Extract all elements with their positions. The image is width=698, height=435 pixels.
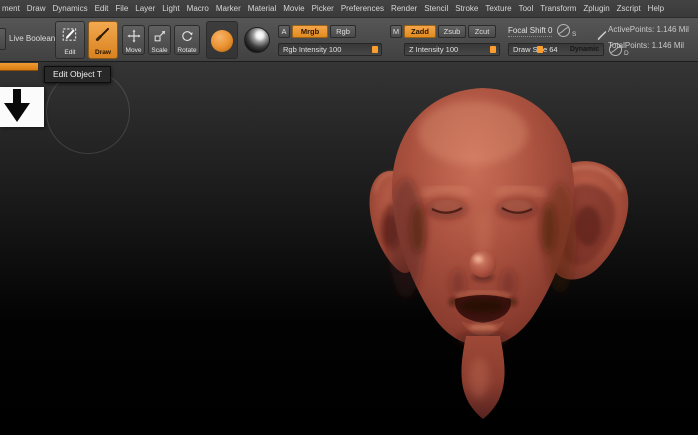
menu-item-file[interactable]: File bbox=[114, 4, 129, 13]
menu-item-zplugin[interactable]: Zplugin bbox=[582, 4, 610, 13]
draw-button-label: Draw bbox=[95, 48, 111, 56]
partial-left-button[interactable] bbox=[0, 28, 6, 50]
chin bbox=[457, 332, 509, 419]
top-shelf-toolbar: Live Boolean Edit Draw Move Scale Rotate… bbox=[0, 18, 698, 62]
menu-item-transform[interactable]: Transform bbox=[539, 4, 577, 13]
draw-size-curve-letter: D bbox=[624, 50, 629, 57]
focal-curve-letter: S bbox=[572, 31, 577, 38]
zadd-label: Zadd bbox=[411, 26, 429, 36]
left-tray-orange-bar[interactable] bbox=[0, 63, 38, 71]
edit-icon bbox=[61, 25, 79, 48]
edit-button[interactable]: Edit bbox=[55, 21, 85, 59]
focal-shift-curve-icon[interactable] bbox=[556, 23, 572, 39]
zadd-button[interactable]: Zadd bbox=[404, 25, 436, 38]
menu-item-draw[interactable]: Draw bbox=[26, 4, 47, 13]
zsub-button[interactable]: Zsub bbox=[438, 25, 466, 38]
current-tool-thumbnail[interactable] bbox=[0, 87, 44, 127]
tool-arrow-icon bbox=[0, 89, 44, 131]
menu-item-movie[interactable]: Movie bbox=[282, 4, 305, 13]
edit-button-label: Edit bbox=[64, 48, 76, 56]
z-intensity-label: Z Intensity 100 bbox=[409, 44, 459, 54]
channel-a-button[interactable]: A bbox=[278, 25, 290, 38]
rotate-button[interactable]: Rotate bbox=[174, 25, 200, 55]
move-icon bbox=[126, 29, 141, 48]
m-label: M bbox=[392, 26, 400, 36]
move-button-label: Move bbox=[125, 47, 142, 54]
channel-a-label: A bbox=[281, 26, 287, 36]
menu-item-layer[interactable]: Layer bbox=[134, 4, 156, 13]
zcut-label: Zcut bbox=[474, 26, 490, 36]
dynamic-label[interactable]: Dynamic bbox=[570, 46, 599, 53]
menu-item-zscript[interactable]: Zscript bbox=[616, 4, 642, 13]
focal-shift-slider[interactable]: Focal Shift 0 bbox=[508, 27, 553, 37]
draw-size-label: Draw Size 64 bbox=[513, 44, 558, 54]
live-boolean-label[interactable]: Live Boolean bbox=[9, 35, 55, 43]
zsub-label: Zsub bbox=[443, 26, 461, 36]
menu-item-edit[interactable]: Edit bbox=[94, 4, 110, 13]
menu-item-light[interactable]: Light bbox=[161, 4, 180, 13]
move-button[interactable]: Move bbox=[122, 25, 145, 55]
mrgb-button[interactable]: Mrgb bbox=[292, 25, 328, 38]
menu-item-stencil[interactable]: Stencil bbox=[423, 4, 449, 13]
stroke-type-button[interactable] bbox=[206, 21, 238, 59]
rgb-button[interactable]: Rgb bbox=[330, 25, 356, 38]
scale-button-label: Scale bbox=[151, 47, 168, 54]
m-button[interactable]: M bbox=[390, 25, 402, 38]
scale-icon bbox=[153, 29, 167, 48]
menubar: ment Draw Dynamics Edit File Layer Light… bbox=[0, 0, 698, 18]
draw-size-slider[interactable]: Draw Size 64 Dynamic bbox=[508, 43, 604, 56]
active-points-stat: ActivePoints: 1.146 Mil bbox=[608, 25, 689, 34]
menu-item-marker[interactable]: Marker bbox=[215, 4, 242, 13]
brush-stroke-icon bbox=[211, 29, 233, 52]
menu-item-tool[interactable]: Tool bbox=[518, 4, 535, 13]
rotate-icon bbox=[180, 29, 194, 48]
menu-item-preferences[interactable]: Preferences bbox=[340, 4, 385, 13]
draw-button[interactable]: Draw bbox=[88, 21, 118, 59]
scale-button[interactable]: Scale bbox=[148, 25, 171, 55]
rgb-intensity-handle[interactable] bbox=[372, 46, 378, 53]
rgb-label: Rgb bbox=[336, 26, 350, 36]
menu-item-document[interactable]: ment bbox=[1, 4, 21, 13]
menu-item-material[interactable]: Material bbox=[247, 4, 277, 13]
menu-item-stroke[interactable]: Stroke bbox=[454, 4, 479, 13]
total-points-stat: TotalPoints: 1.146 Mil bbox=[608, 41, 685, 50]
tooltip-text: Edit Object T bbox=[53, 69, 102, 79]
draw-brush-icon bbox=[94, 25, 112, 48]
viewport-canvas[interactable]: Edit Object T bbox=[0, 62, 698, 435]
rgb-intensity-label: Rgb Intensity 100 bbox=[283, 44, 342, 54]
menu-item-help[interactable]: Help bbox=[647, 4, 665, 13]
material-sphere-button[interactable] bbox=[244, 27, 270, 53]
menu-item-texture[interactable]: Texture bbox=[484, 4, 512, 13]
draw-size-handle[interactable] bbox=[537, 46, 544, 53]
mrgb-label: Mrgb bbox=[300, 26, 320, 36]
edit-object-tooltip: Edit Object T bbox=[44, 66, 111, 83]
z-intensity-handle[interactable] bbox=[490, 46, 496, 53]
zcut-button[interactable]: Zcut bbox=[468, 25, 496, 38]
z-intensity-slider[interactable]: Z Intensity 100 bbox=[404, 43, 500, 56]
sculpt-model-head[interactable] bbox=[348, 78, 638, 435]
menu-item-render[interactable]: Render bbox=[390, 4, 418, 13]
rgb-intensity-slider[interactable]: Rgb Intensity 100 bbox=[278, 43, 382, 56]
menu-item-macro[interactable]: Macro bbox=[186, 4, 210, 13]
menu-item-picker[interactable]: Picker bbox=[311, 4, 335, 13]
points-pencil-icon bbox=[596, 28, 608, 46]
rotate-button-label: Rotate bbox=[177, 47, 197, 54]
menu-item-dynamics[interactable]: Dynamics bbox=[51, 4, 88, 13]
